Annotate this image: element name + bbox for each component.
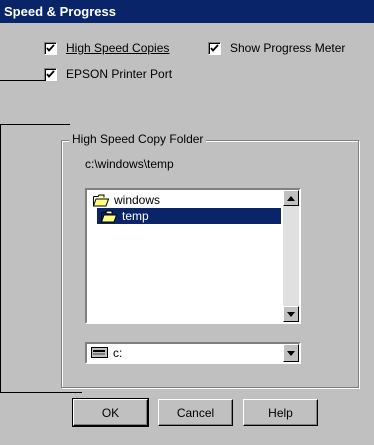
folder-name: temp <box>122 209 149 223</box>
scroll-down-button[interactable] <box>283 306 299 322</box>
speed-progress-dialog: Speed & Progress High Speed Copies Show … <box>0 0 374 445</box>
list-item[interactable]: temp <box>97 208 281 224</box>
high-speed-copies-checkbox[interactable]: High Speed Copies <box>44 41 169 55</box>
drive-dropdown-button[interactable] <box>283 344 299 362</box>
checkmark-icon <box>210 43 219 52</box>
open-folder-icon <box>93 194 109 207</box>
list-item[interactable]: windows <box>93 192 263 208</box>
show-progress-meter-checkbox[interactable]: Show Progress Meter <box>208 41 345 55</box>
arrow-up-icon <box>287 195 295 201</box>
drive-icon <box>91 347 108 361</box>
checkbox-box[interactable] <box>44 67 57 81</box>
arrow-down-icon <box>287 311 295 317</box>
checkbox-box[interactable] <box>208 41 221 55</box>
drive-select[interactable]: c: <box>85 342 301 364</box>
callout-bracket-top <box>0 124 70 125</box>
callout-line-port <box>0 80 46 81</box>
chevron-down-icon <box>287 350 295 356</box>
folder-scrollbar[interactable] <box>283 190 299 322</box>
cancel-button[interactable]: Cancel <box>158 399 233 426</box>
folder-name: windows <box>114 193 161 207</box>
current-path-text: c:\windows\temp <box>85 157 174 171</box>
high-speed-copies-label: High Speed Copies <box>66 41 170 55</box>
checkmark-icon <box>46 69 55 78</box>
open-folder-icon <box>101 210 117 223</box>
epson-printer-port-label: EPSON Printer Port <box>66 67 173 81</box>
scroll-up-button[interactable] <box>283 190 299 206</box>
checkbox-box[interactable] <box>44 41 57 55</box>
help-button[interactable]: Help <box>243 399 318 426</box>
group-title: High Speed Copy Folder <box>69 132 207 146</box>
callout-bracket-vertical <box>0 124 1 393</box>
show-progress-meter-label: Show Progress Meter <box>230 41 346 55</box>
ok-button[interactable]: OK <box>72 398 149 427</box>
epson-printer-port-checkbox[interactable]: EPSON Printer Port <box>44 67 172 81</box>
drive-value: c: <box>113 346 123 360</box>
callout-bracket-bottom <box>0 392 82 393</box>
dialog-title: Speed & Progress <box>0 0 374 23</box>
checkmark-icon <box>46 43 55 52</box>
folder-listbox[interactable]: windows temp <box>85 188 301 324</box>
